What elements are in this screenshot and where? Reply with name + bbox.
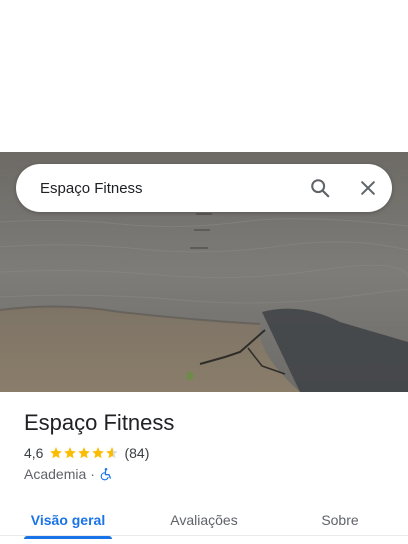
place-tabs: Visão geral Avaliações Sobre [0,496,408,544]
star-rating [49,446,119,460]
close-icon [361,181,375,195]
clear-search-button[interactable] [344,164,392,212]
place-title: Espaço Fitness [24,410,175,435]
tab-reviews[interactable]: Avaliações [136,496,272,544]
search-input[interactable]: Espaço Fitness [16,180,296,197]
review-count: (84) [124,445,150,461]
star-icon [106,447,119,459]
star-icon [64,447,77,459]
rating-value: 4,6 [24,445,44,461]
star-icon [50,447,63,459]
search-button[interactable] [296,164,344,212]
tabs-divider [0,535,408,536]
tab-about[interactable]: Sobre [272,496,408,544]
place-details-panel: Espaço Fitness 4,6 (84) Academia · Visão… [0,392,408,544]
wheelchair-icon [100,468,111,481]
place-category[interactable]: Academia [24,466,86,482]
blank-top-area [0,0,408,152]
star-icon [78,447,91,459]
tab-overview[interactable]: Visão geral [0,496,136,544]
star-icon [92,447,105,459]
search-icon [311,179,330,198]
search-bar[interactable]: Espaço Fitness [16,164,392,212]
rating-row[interactable]: 4,6 (84) [24,445,149,461]
separator-dot: · [90,466,95,482]
category-row: Academia · [24,466,113,482]
